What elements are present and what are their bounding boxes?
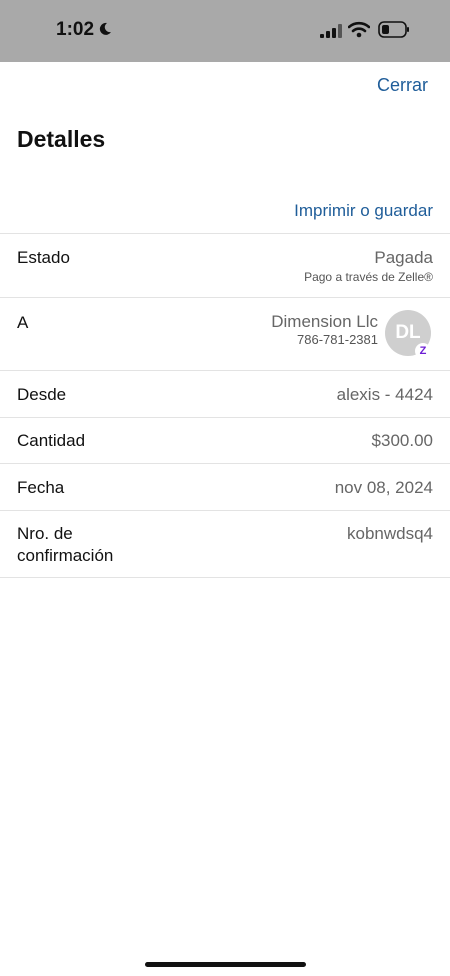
home-indicator[interactable]	[145, 962, 306, 967]
divider	[0, 510, 450, 511]
wifi-icon	[348, 21, 370, 38]
divider	[0, 417, 450, 418]
divider	[0, 463, 450, 464]
from-value: alexis - 4424	[336, 385, 433, 404]
confirmation-label-line1: Nro. de	[17, 524, 73, 543]
status-subtext: Pago a través de Zelle®	[304, 270, 433, 284]
amount-label: Cantidad	[17, 431, 86, 450]
moon-icon	[99, 22, 111, 35]
date-value: nov 08, 2024	[334, 478, 433, 497]
avatar-initials: DL	[395, 322, 421, 343]
recipient-name: Dimension Llc	[271, 312, 378, 331]
status-time: 1:02	[56, 19, 95, 40]
date-label: Fecha	[17, 478, 65, 497]
divider	[0, 297, 450, 298]
divider	[0, 233, 450, 234]
cellular-signal-icon	[320, 24, 342, 38]
confirmation-value: kobnwdsq4	[346, 524, 433, 543]
recipient-label: A	[17, 313, 29, 332]
divider	[0, 370, 450, 371]
close-button[interactable]: Cerrar	[377, 75, 428, 96]
zelle-badge-icon: Z	[415, 343, 431, 359]
confirmation-label-line2: confirmación	[17, 546, 114, 565]
details-sheet: Cerrar Detalles Imprimir o guardar Estad…	[0, 62, 450, 976]
battery-icon	[378, 21, 409, 38]
page-title: Detalles	[17, 126, 106, 152]
recipient-phone: 786-781-2381	[297, 332, 378, 347]
print-or-save-link[interactable]: Imprimir o guardar	[294, 201, 433, 221]
status-bar: 1:02	[0, 0, 450, 62]
zelle-badge-letter: Z	[419, 345, 427, 357]
divider	[0, 577, 450, 578]
from-label: Desde	[17, 385, 67, 404]
status-label: Estado	[17, 248, 70, 267]
status-value: Pagada	[374, 248, 433, 267]
amount-value: $300.00	[371, 431, 433, 450]
